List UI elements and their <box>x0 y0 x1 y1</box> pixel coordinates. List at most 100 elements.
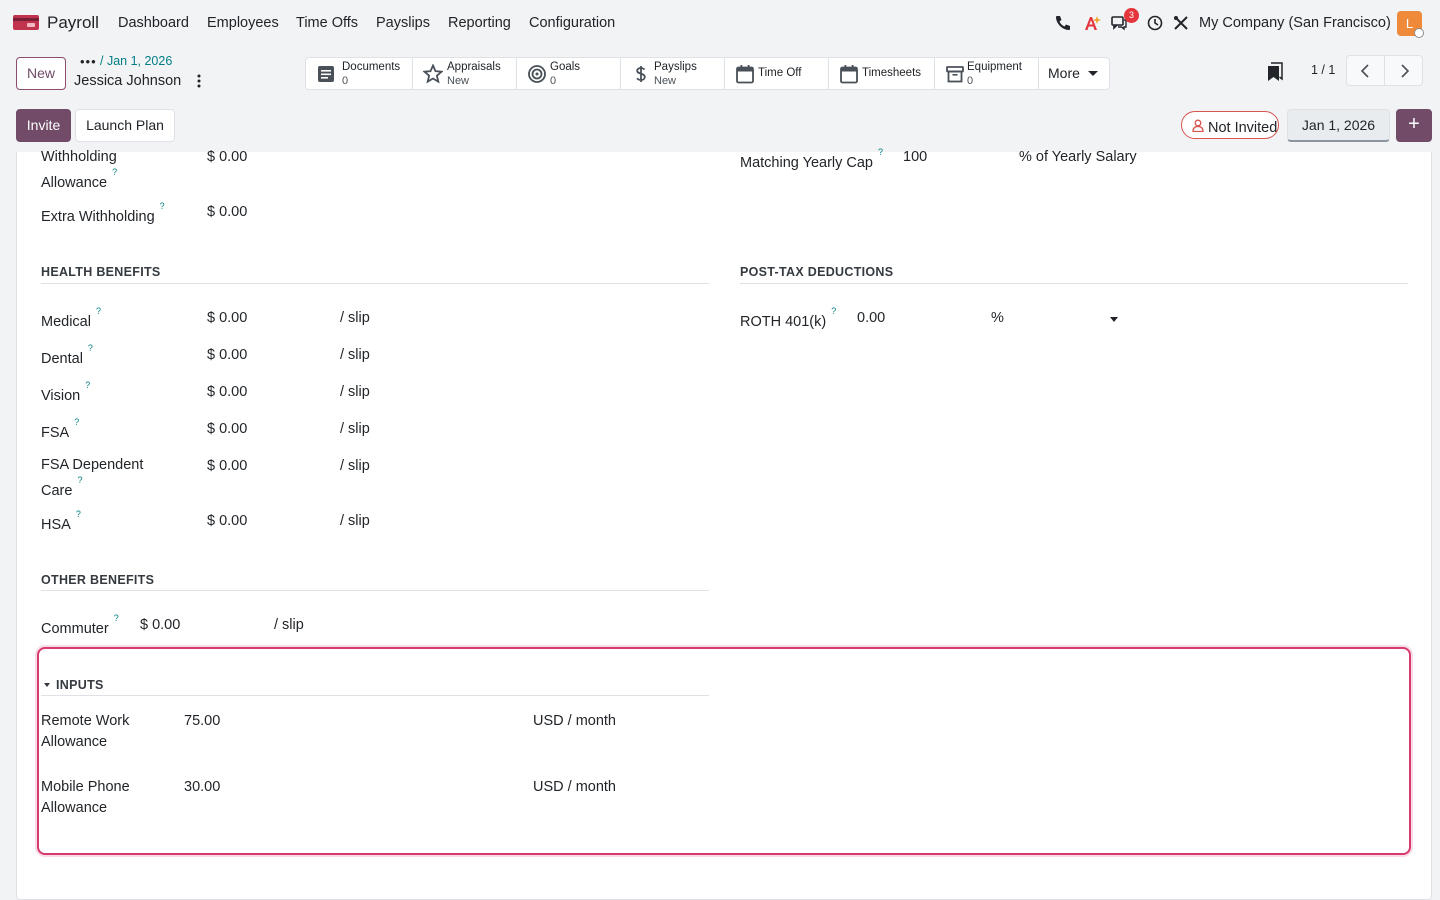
payslips-label: Payslips <box>654 61 697 73</box>
menu-reporting[interactable]: Reporting <box>448 15 511 31</box>
payslips-status: New <box>654 75 677 87</box>
menu-configuration[interactable]: Configuration <box>529 15 615 31</box>
ai-icon[interactable] <box>1083 14 1101 32</box>
other-benefits-title: OTHER BENEFITS <box>41 573 155 587</box>
extra-withholding-field[interactable]: $ 0.00 <box>207 204 247 220</box>
caret-down-icon <box>44 683 50 687</box>
section-divider <box>740 283 1408 284</box>
menu-dashboard[interactable]: Dashboard <box>118 15 189 31</box>
matching-yearly-cap-unit: % of Yearly Salary <box>1019 149 1137 165</box>
withholding-allowance-field[interactable]: $ 0.00 <box>207 149 247 165</box>
mobile-phone-allowance-unit: USD / month <box>533 779 616 795</box>
roth-401k-field[interactable]: 0.00 <box>857 310 885 326</box>
breadcrumb-ellipsis[interactable]: ••• <box>80 54 97 69</box>
inputs-section-toggle[interactable]: INPUTS <box>44 678 104 692</box>
documents-count: 0 <box>342 75 349 87</box>
dental-label: Dental? <box>41 343 93 367</box>
timesheets-smart-button[interactable]: Timesheets <box>829 58 935 89</box>
vision-unit: / slip <box>340 384 370 400</box>
fsa-unit: / slip <box>340 421 370 437</box>
time-off-smart-button[interactable]: Time Off <box>725 58 829 89</box>
invite-button[interactable]: Invite <box>16 109 71 142</box>
star-icon <box>423 64 443 84</box>
tools-icon[interactable] <box>1172 14 1190 32</box>
app-name[interactable]: Payroll <box>47 13 99 33</box>
section-divider <box>41 590 709 591</box>
matching-yearly-cap-field[interactable]: 100 <box>903 149 927 165</box>
fsa-dependent-care-label: FSA Dependent Care? <box>41 457 144 499</box>
company-switcher[interactable]: My Company (San Francisco) <box>1199 15 1391 31</box>
hsa-unit: / slip <box>340 513 370 529</box>
hsa-field[interactable]: $ 0.00 <box>207 513 247 529</box>
dollar-icon <box>636 66 646 82</box>
timesheets-label: Timesheets <box>862 67 922 79</box>
help-icon: ? <box>831 306 837 316</box>
medical-unit: / slip <box>340 310 370 326</box>
clock-icon[interactable] <box>1146 14 1164 32</box>
add-button[interactable]: + <box>1396 109 1432 142</box>
launch-plan-button[interactable]: Launch Plan <box>75 109 175 142</box>
commuter-field[interactable]: $ 0.00 <box>140 617 180 633</box>
target-icon <box>528 65 546 83</box>
time-off-label: Time Off <box>758 67 802 79</box>
appraisals-smart-button[interactable]: Appraisals New <box>413 58 517 89</box>
mobile-phone-allowance-label: Mobile Phone Allowance <box>41 779 130 816</box>
record-name: Jessica Johnson <box>74 73 182 89</box>
calendar-icon <box>840 65 858 84</box>
inputs-title: INPUTS <box>56 678 104 692</box>
appraisals-status: New <box>447 75 470 87</box>
document-icon <box>318 66 334 82</box>
caret-down-icon[interactable] <box>1110 317 1118 322</box>
mobile-phone-allowance-field[interactable]: 30.00 <box>184 779 220 795</box>
section-divider <box>41 695 709 696</box>
new-button[interactable]: New <box>16 57 66 90</box>
payslips-smart-button[interactable]: Payslips New <box>621 58 725 89</box>
help-icon: ? <box>77 475 83 485</box>
pager-value[interactable]: 1 / 1 <box>1311 63 1335 77</box>
pager-next-button[interactable] <box>1384 55 1423 86</box>
equipment-smart-button[interactable]: Equipment 0 <box>935 58 1039 89</box>
equipment-label: Equipment <box>967 61 1022 73</box>
health-benefits-title: HEALTH BENEFITS <box>41 265 161 279</box>
control-panel: New ••• / Jan 1, 2026 Jessica Johnson Do… <box>0 46 1440 152</box>
chevron-right-icon <box>1401 64 1410 78</box>
menu-employees[interactable]: Employees <box>207 15 279 31</box>
pager-previous-button[interactable] <box>1346 55 1385 86</box>
archive-box-icon <box>946 66 964 83</box>
appraisals-label: Appraisals <box>447 61 501 73</box>
medical-field[interactable]: $ 0.00 <box>207 310 247 326</box>
help-icon: ? <box>75 509 81 519</box>
more-button[interactable]: More <box>1039 58 1109 89</box>
withholding-allowance-label: Withholding Allowance? <box>41 149 118 191</box>
bookmark-icon[interactable] <box>1267 62 1283 82</box>
actions-menu-icon[interactable] <box>196 73 202 89</box>
vision-label: Vision? <box>41 380 91 404</box>
user-icon <box>1192 119 1204 132</box>
extra-withholding-label: Extra Withholding? <box>41 201 165 225</box>
menu-time-offs[interactable]: Time Offs <box>296 15 358 31</box>
matching-yearly-cap-label: Matching Yearly Cap? <box>740 147 884 171</box>
roth-401k-type-select[interactable]: % <box>991 310 1004 326</box>
commuter-label: Commuter? <box>41 613 119 637</box>
documents-smart-button[interactable]: Documents 0 <box>306 58 413 89</box>
payroll-app-icon[interactable] <box>13 13 39 32</box>
remote-work-allowance-field[interactable]: 75.00 <box>184 713 220 729</box>
dental-field[interactable]: $ 0.00 <box>207 347 247 363</box>
commuter-unit: / slip <box>274 617 304 633</box>
remote-work-allowance-label: Remote Work Allowance <box>41 713 130 750</box>
menu-payslips[interactable]: Payslips <box>376 15 430 31</box>
vision-field[interactable]: $ 0.00 <box>207 384 247 400</box>
help-icon: ? <box>112 167 118 177</box>
phone-icon[interactable] <box>1054 14 1072 32</box>
goals-smart-button[interactable]: Goals 0 <box>517 58 621 89</box>
breadcrumb-link[interactable]: / Jan 1, 2026 <box>100 54 172 68</box>
status-badge[interactable]: Not Invited <box>1181 111 1279 139</box>
smart-buttons: Documents 0 Appraisals New Goals 0 Paysl… <box>305 57 1110 90</box>
remote-work-allowance-unit: USD / month <box>533 713 616 729</box>
goals-label: Goals <box>550 61 581 73</box>
fsa-field[interactable]: $ 0.00 <box>207 421 247 437</box>
more-label: More <box>1048 65 1080 81</box>
date-selector[interactable]: Jan 1, 2026 <box>1287 109 1390 142</box>
equipment-count: 0 <box>967 75 974 87</box>
fsa-dependent-care-field[interactable]: $ 0.00 <box>207 458 247 474</box>
